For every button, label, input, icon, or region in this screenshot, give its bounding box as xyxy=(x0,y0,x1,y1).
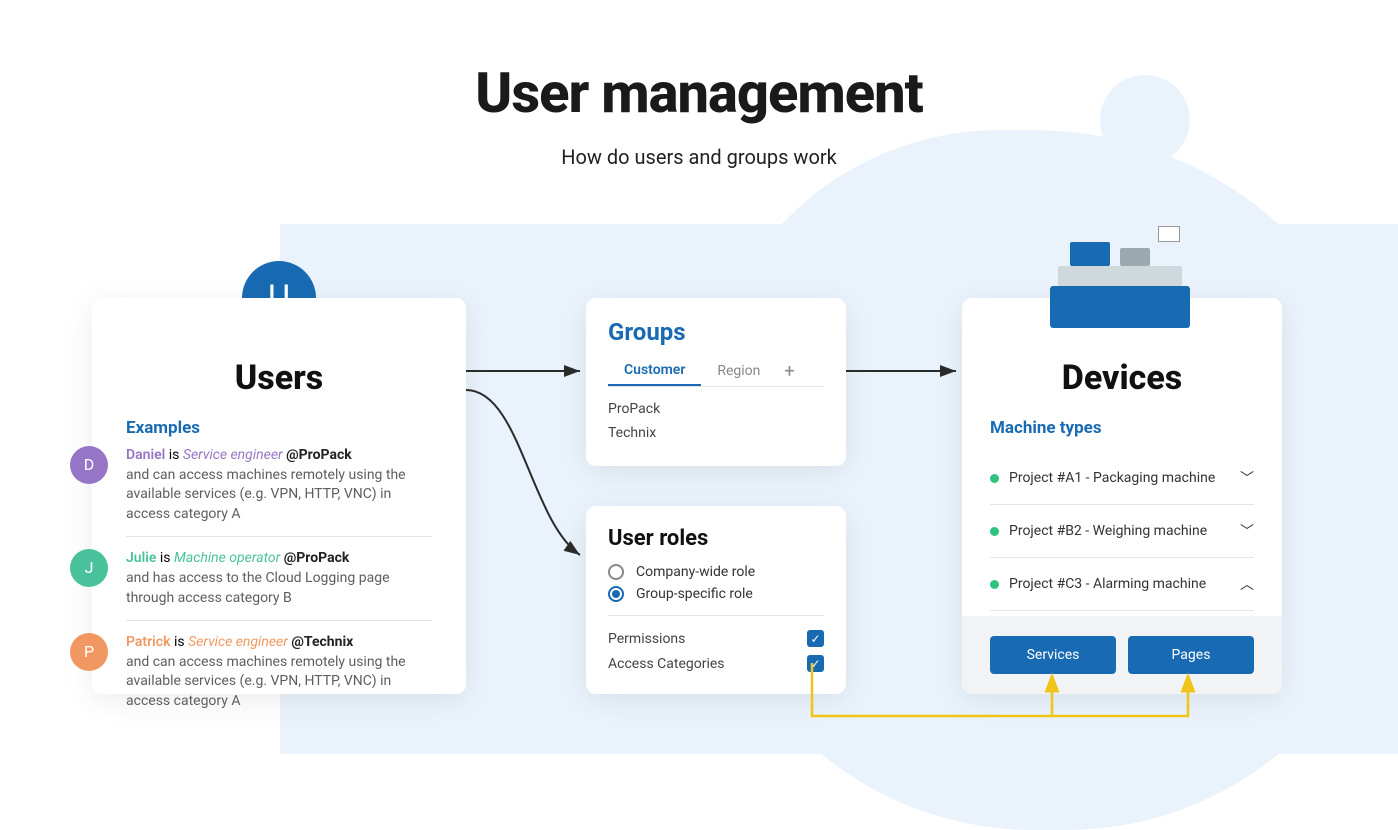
avatar-initial: P xyxy=(84,641,94,663)
avatar-initial: D xyxy=(84,454,95,476)
is-word: is xyxy=(160,550,174,566)
device-label: Project #C3 - Alarming machine xyxy=(1009,576,1206,592)
services-button[interactable]: Services xyxy=(990,636,1116,674)
tab-region[interactable]: Region xyxy=(701,357,776,385)
avatar-patrick: P xyxy=(70,633,108,671)
device-row-b2[interactable]: Project #B2 - Weighing machine ﹀ xyxy=(990,505,1254,558)
roles-card: User roles Company-wide role Group-speci… xyxy=(586,506,846,694)
divider xyxy=(608,615,824,616)
user-name: Patrick xyxy=(126,634,171,650)
checkbox-checked-icon: ✓ xyxy=(807,630,824,647)
user-role: Machine operator xyxy=(174,550,280,566)
is-word-text: is xyxy=(174,634,185,650)
is-word: is xyxy=(174,634,188,650)
user-desc: and can access machines remotely using t… xyxy=(126,466,432,525)
checkbox-checked-icon: ✓ xyxy=(807,655,824,672)
user-name: Daniel xyxy=(126,447,165,463)
user-desc: and has access to the Cloud Logging page… xyxy=(126,569,432,608)
is-word-text: is xyxy=(169,447,180,463)
access-categories-label: Access Categories xyxy=(608,656,725,672)
page-title: User management xyxy=(0,60,1398,126)
radio-label: Company-wide role xyxy=(636,564,755,580)
group-item-propack[interactable]: ProPack xyxy=(608,397,824,421)
roles-title: User roles xyxy=(608,526,824,551)
chevron-down-icon: ﹀ xyxy=(1240,468,1254,488)
user-example-julie: J Julie is Machine operator @ProPack and… xyxy=(126,549,432,621)
devices-footer: Services Pages xyxy=(962,616,1282,694)
avatar-julie: J xyxy=(70,549,108,587)
radio-icon xyxy=(608,564,624,580)
user-example-daniel: D Daniel is Service engineer @ProPack an… xyxy=(126,446,432,537)
groups-card: Groups Customer Region + ProPack Technix xyxy=(586,298,846,466)
access-categories-row[interactable]: Access Categories ✓ xyxy=(608,651,824,676)
device-row-a1[interactable]: Project #A1 - Packaging machine ﹀ xyxy=(990,452,1254,505)
examples-label: Examples xyxy=(126,418,432,438)
device-label: Project #A1 - Packaging machine xyxy=(1009,470,1215,486)
is-word-text: is xyxy=(160,550,171,566)
permissions-label: Permissions xyxy=(608,631,685,647)
machine-types-label: Machine types xyxy=(990,418,1254,438)
users-card: Users Examples D Daniel is Service engin… xyxy=(92,298,466,694)
chevron-up-icon: ︿ xyxy=(1240,574,1254,594)
user-role: Service engineer xyxy=(183,447,283,463)
avatar-initial: J xyxy=(85,557,94,579)
user-org: @ProPack xyxy=(286,447,352,463)
avatar-daniel: D xyxy=(70,446,108,484)
permissions-row[interactable]: Permissions ✓ xyxy=(608,626,824,651)
status-dot-icon xyxy=(990,474,999,483)
users-title: Users xyxy=(126,358,432,398)
user-desc: and can access machines remotely using t… xyxy=(126,653,432,712)
user-org: @Technix xyxy=(291,634,353,650)
radio-label: Group-specific role xyxy=(636,586,753,602)
device-row-c3[interactable]: Project #C3 - Alarming machine ︿ xyxy=(990,558,1254,611)
groups-title: Groups xyxy=(608,318,824,346)
groups-tabs: Customer Region + xyxy=(608,356,824,387)
tab-customer[interactable]: Customer xyxy=(608,356,701,386)
devices-title: Devices xyxy=(990,358,1254,398)
user-example-patrick: P Patrick is Service engineer @Technix a… xyxy=(126,633,432,723)
user-role: Service engineer xyxy=(188,634,288,650)
status-dot-icon xyxy=(990,580,999,589)
device-label: Project #B2 - Weighing machine xyxy=(1009,523,1207,539)
devices-card: Devices Machine types Project #A1 - Pack… xyxy=(962,298,1282,694)
radio-group-specific[interactable]: Group-specific role xyxy=(608,583,824,605)
status-dot-icon xyxy=(990,527,999,536)
machine-illustration xyxy=(1040,218,1200,328)
group-item-technix[interactable]: Technix xyxy=(608,421,824,445)
user-org: @ProPack xyxy=(284,550,350,566)
is-word: is xyxy=(169,447,183,463)
chevron-down-icon: ﹀ xyxy=(1240,521,1254,541)
tab-add[interactable]: + xyxy=(776,359,802,384)
pages-button[interactable]: Pages xyxy=(1128,636,1254,674)
user-name: Julie xyxy=(126,550,156,566)
radio-icon xyxy=(608,586,624,602)
radio-company-wide[interactable]: Company-wide role xyxy=(608,561,824,583)
page-subtitle: How do users and groups work xyxy=(0,145,1398,169)
